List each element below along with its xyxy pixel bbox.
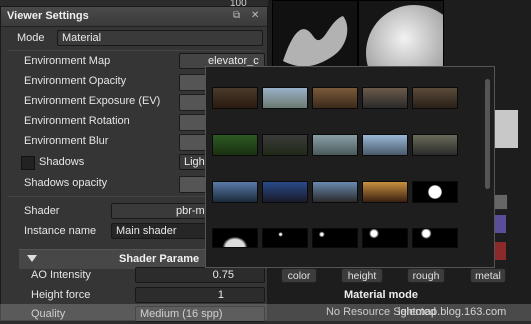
env-thumb-13[interactable] bbox=[312, 181, 358, 203]
env-thumb-9[interactable] bbox=[362, 134, 408, 156]
channel-metal-tag[interactable]: metal bbox=[470, 268, 506, 283]
channel-rough-tag[interactable]: rough bbox=[407, 268, 445, 283]
env-thumb-10[interactable] bbox=[412, 134, 458, 156]
env-thumb-1[interactable] bbox=[212, 87, 258, 109]
env-thumb-14[interactable] bbox=[362, 181, 408, 203]
env-map-label: Environment Map bbox=[24, 55, 111, 67]
popup-scrollbar[interactable] bbox=[485, 79, 490, 189]
env-thumb-3[interactable] bbox=[312, 87, 358, 109]
divider bbox=[7, 50, 262, 51]
undock-icon[interactable]: ⧉ bbox=[233, 10, 240, 21]
shader-params-title: Shader Parame bbox=[119, 253, 200, 265]
env-thumb-6[interactable] bbox=[212, 134, 258, 156]
env-thumb-17[interactable] bbox=[262, 228, 308, 248]
env-thumb-4[interactable] bbox=[362, 87, 408, 109]
env-thumb-2[interactable] bbox=[262, 87, 308, 109]
panel-titlebar[interactable]: Viewer Settings ⧉ ✕ bbox=[1, 7, 267, 27]
env-thumb-16[interactable] bbox=[212, 228, 258, 248]
env-map-picker-popup bbox=[205, 66, 495, 268]
env-thumb-19[interactable] bbox=[362, 228, 408, 248]
mode-label: Mode bbox=[17, 32, 45, 44]
shadows-label: Shadows bbox=[39, 156, 85, 168]
env-thumb-11[interactable] bbox=[212, 181, 258, 203]
channel-height-tag[interactable]: height bbox=[341, 268, 383, 283]
channel-color-tag[interactable]: color bbox=[281, 268, 317, 283]
height-row: Height force 1 bbox=[1, 286, 267, 305]
env-thumb-15[interactable] bbox=[412, 181, 458, 203]
env-blur-label: Environment Blur bbox=[24, 135, 109, 147]
height-force-slider[interactable]: 1 bbox=[135, 287, 265, 303]
shader-label: Shader bbox=[24, 205, 60, 217]
env-thumb-20[interactable] bbox=[412, 228, 458, 248]
env-rotation-label: Environment Rotation bbox=[24, 115, 130, 127]
shadows-opacity-label: Shadows opacity bbox=[24, 177, 108, 189]
shadows-checkbox[interactable] bbox=[21, 156, 35, 170]
close-icon[interactable]: ✕ bbox=[251, 10, 259, 21]
ao-intensity-slider[interactable]: 0.75 bbox=[135, 267, 265, 283]
watermark-text: ightmap.blog.163.com bbox=[398, 306, 507, 318]
env-thumb-12[interactable] bbox=[262, 181, 308, 203]
env-thumb-5[interactable] bbox=[412, 87, 458, 109]
height-label: Height force bbox=[31, 289, 91, 301]
collapse-triangle-icon[interactable] bbox=[27, 255, 37, 262]
env-thumb-18[interactable] bbox=[312, 228, 358, 248]
env-exposure-label: Environment Exposure (EV) bbox=[24, 95, 161, 107]
ao-row: AO Intensity 0.75 bbox=[1, 266, 267, 285]
instance-label: Instance name bbox=[24, 225, 97, 237]
mode-row: Mode Material bbox=[1, 29, 267, 48]
env-thumb-8[interactable] bbox=[312, 134, 358, 156]
env-thumb-7[interactable] bbox=[262, 134, 308, 156]
ao-label: AO Intensity bbox=[31, 269, 91, 281]
env-opacity-label: Environment Opacity bbox=[24, 75, 127, 87]
texture-thumb[interactable] bbox=[492, 110, 518, 148]
mode-dropdown[interactable]: Material bbox=[57, 30, 263, 46]
material-mode-title: Material mode bbox=[344, 289, 418, 301]
panel-title: Viewer Settings bbox=[7, 10, 89, 22]
